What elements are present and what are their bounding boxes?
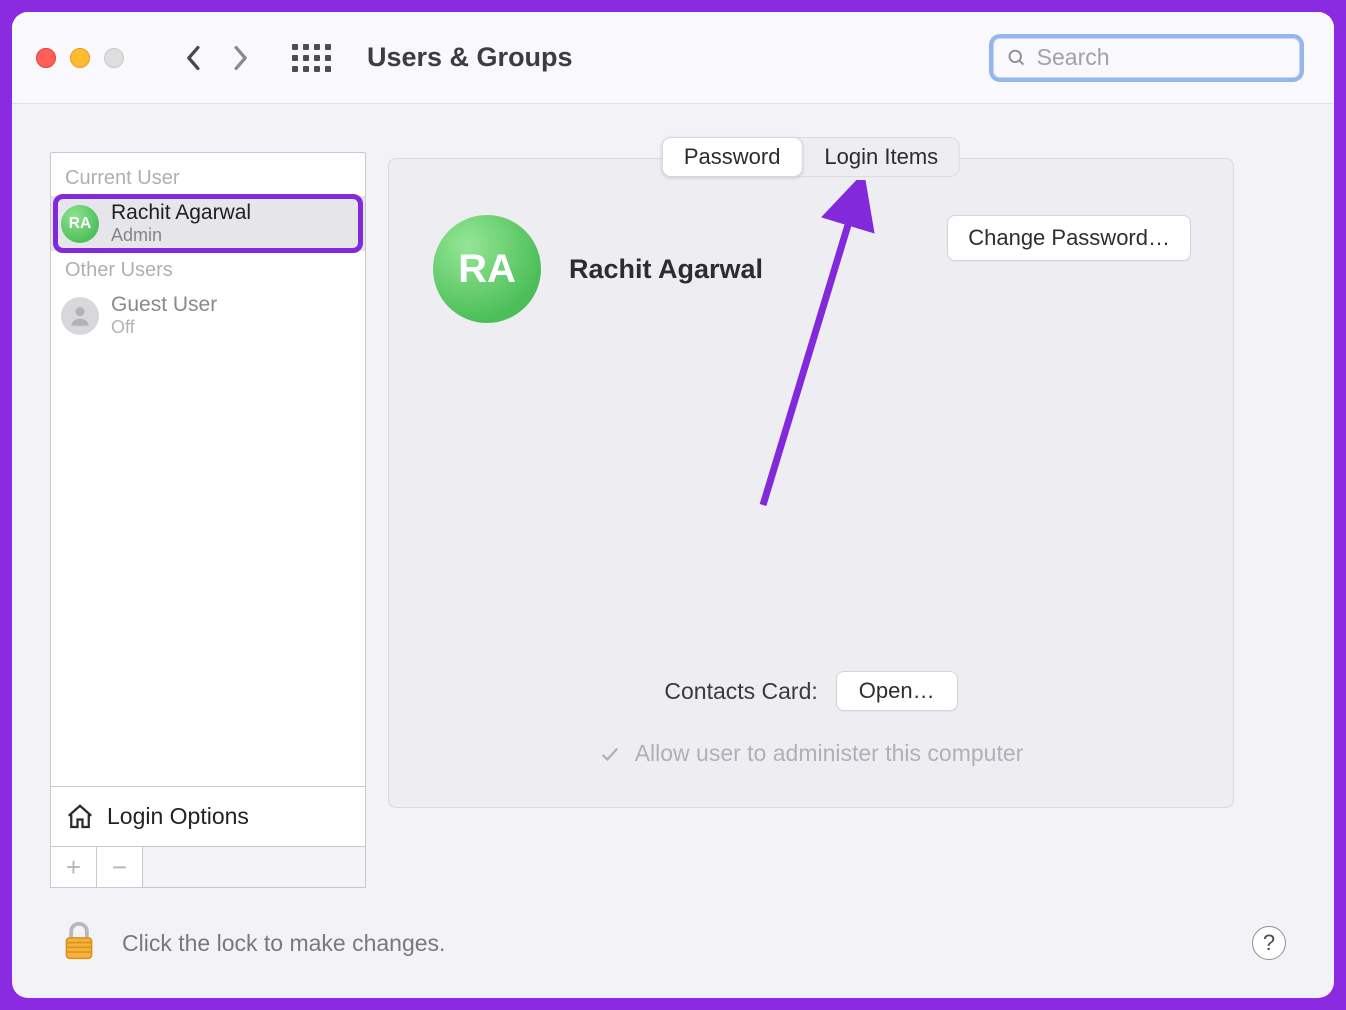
open-contacts-button[interactable]: Open… [836,671,958,711]
user-name: Guest User [111,293,217,317]
search-input[interactable] [1037,44,1286,71]
user-avatar-icon: RA [61,205,99,243]
content-area: Current User RA Rachit Agarwal Admin Oth… [12,104,1334,888]
profile-name: Rachit Agarwal [569,254,763,285]
toolbar: Users & Groups [12,12,1334,104]
tab-bar: Password Login Items [662,137,960,177]
tab-login-items[interactable]: Login Items [802,137,960,177]
login-options-label: Login Options [107,803,249,830]
change-password-button[interactable]: Change Password… [947,215,1191,261]
window-controls [36,48,124,68]
help-button[interactable]: ? [1252,926,1286,960]
remove-user-button[interactable]: − [97,847,143,887]
back-button[interactable] [178,42,210,74]
close-window-button[interactable] [36,48,56,68]
user-meta: Rachit Agarwal Admin [111,201,251,246]
user-list: Current User RA Rachit Agarwal Admin Oth… [50,152,366,786]
user-action-row: + − [50,846,366,888]
preferences-window: Users & Groups Current User RA Rachit Ag… [12,12,1334,998]
contacts-card-label: Contacts Card: [664,678,817,705]
minimize-window-button[interactable] [70,48,90,68]
tab-password[interactable]: Password [662,137,803,177]
current-user-section-label: Current User [51,159,365,196]
action-row-fill [143,847,365,887]
lock-icon [60,919,98,963]
current-user-row[interactable]: RA Rachit Agarwal Admin [51,196,365,251]
zoom-window-button [104,48,124,68]
main-panel: Password Login Items RA Rachit Agarwal C… [388,152,1234,888]
user-meta: Guest User Off [111,293,217,338]
home-icon [65,802,95,832]
user-role: Admin [111,225,251,246]
add-user-button[interactable]: + [51,847,97,887]
checkmark-icon [599,743,621,765]
show-all-icon[interactable] [292,44,331,72]
footer: Click the lock to make changes. ? [12,888,1334,998]
forward-button [224,42,256,74]
users-sidebar: Current User RA Rachit Agarwal Admin Oth… [50,152,366,888]
admin-checkbox-row: Allow user to administer this computer [389,740,1233,767]
contacts-card-row: Contacts Card: Open… [389,671,1233,711]
user-name: Rachit Agarwal [111,201,251,225]
search-icon [1007,47,1027,69]
search-field[interactable] [989,34,1304,82]
profile-avatar-icon[interactable]: RA [433,215,541,323]
lock-button[interactable] [60,919,98,968]
guest-avatar-icon [61,297,99,335]
password-panel: RA Rachit Agarwal Change Password… Conta… [388,158,1234,808]
guest-user-row[interactable]: Guest User Off [51,288,365,343]
lock-hint-text: Click the lock to make changes. [122,930,445,957]
user-role: Off [111,317,217,338]
window-title: Users & Groups [367,42,573,73]
other-users-section-label: Other Users [51,251,365,288]
admin-checkbox-label: Allow user to administer this computer [635,740,1024,767]
login-options-button[interactable]: Login Options [50,786,366,846]
